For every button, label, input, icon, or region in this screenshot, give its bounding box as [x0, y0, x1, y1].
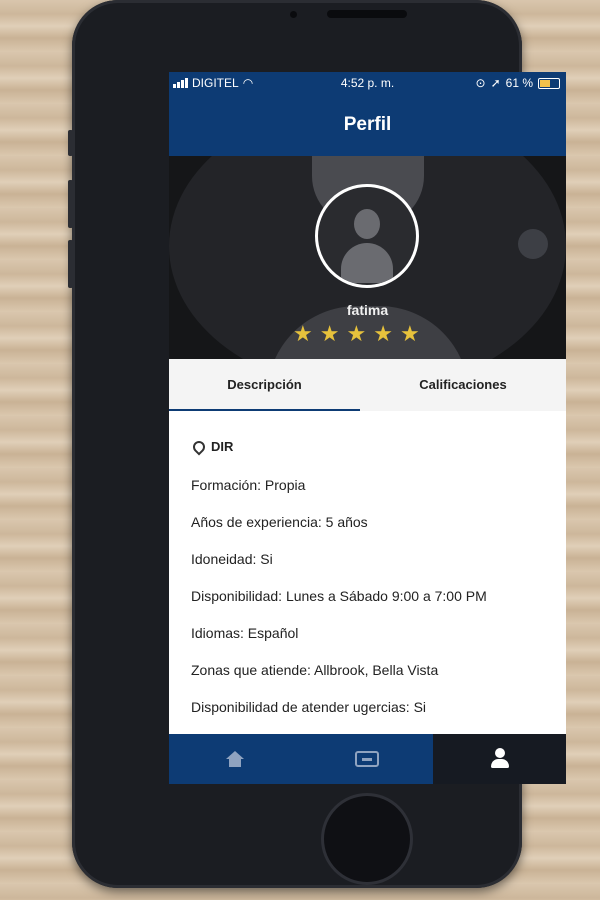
info-list: Formación: Propia Años de experiencia: 5…	[191, 475, 487, 734]
inbox-icon	[355, 751, 379, 767]
tabbar-home[interactable]	[169, 734, 301, 784]
star-icon: ★	[346, 321, 367, 346]
rating-stars: ★ ★ ★ ★ ★	[293, 322, 420, 346]
info-formacion: Formación: Propia	[191, 477, 306, 493]
star-icon: ★	[373, 321, 393, 346]
location-label: DIR	[211, 439, 234, 454]
nav-bar: Perfil	[169, 94, 566, 156]
battery-icon	[538, 77, 560, 89]
header-dot	[518, 229, 548, 259]
status-right: ⊙ ➚ 61 %	[476, 76, 560, 90]
location-icon: ➚	[490, 76, 501, 90]
info-idoneidad: Idoneidad: Si	[191, 551, 273, 567]
home-hardware-button[interactable]	[324, 796, 410, 882]
status-bar: DIGITEL ◠ 4:52 p. m. ⊙ ➚ 61 %	[169, 72, 566, 94]
location-row: DIR	[190, 438, 234, 455]
avatar[interactable]	[315, 184, 419, 288]
screen: DIGITEL ◠ 4:52 p. m. ⊙ ➚ 61 % Perfil fat…	[169, 72, 566, 784]
volume-down-button	[68, 240, 73, 288]
orientation-lock-icon: ⊙	[475, 76, 486, 90]
avatar-placeholder-body	[341, 243, 393, 283]
info-zonas: Zonas que atiende: Allbrook, Bella Vista	[191, 662, 439, 678]
home-icon	[226, 751, 244, 767]
profile-tabs: Descripción Calificaciones	[169, 359, 566, 411]
phone-frame: DIGITEL ◠ 4:52 p. m. ⊙ ➚ 61 % Perfil fat…	[68, 0, 566, 888]
tabbar-inbox[interactable]	[301, 734, 433, 784]
front-camera	[290, 11, 297, 18]
star-icon: ★	[293, 321, 313, 346]
info-idiomas: Idiomas: Español	[191, 625, 299, 641]
star-icon: ★	[399, 321, 420, 346]
bottom-tab-bar	[169, 734, 566, 784]
tab-descripcion[interactable]: Descripción	[169, 359, 360, 411]
info-experiencia: Años de experiencia: 5 años	[191, 514, 368, 530]
tab-calificaciones[interactable]: Calificaciones	[360, 359, 566, 411]
location-pin-icon	[190, 438, 208, 455]
profile-header: fatima ★ ★ ★ ★ ★	[169, 156, 566, 359]
info-urgencias: Disponibilidad de atender ugercias: Si	[191, 699, 427, 715]
mute-switch	[68, 130, 73, 156]
volume-up-button	[68, 180, 73, 228]
tabbar-profile[interactable]	[433, 734, 566, 784]
info-disponibilidad: Disponibilidad: Lunes a Sábado 9:00 a 7:…	[191, 588, 487, 604]
profile-icon	[490, 748, 509, 770]
star-icon: ★	[319, 321, 340, 346]
user-name: fatima	[346, 302, 389, 318]
page-title: Perfil	[343, 114, 392, 135]
earpiece-speaker	[327, 10, 407, 18]
battery-percent: 61 %	[505, 76, 533, 90]
avatar-placeholder-head	[354, 209, 380, 239]
battery-fill	[540, 79, 550, 87]
description-panel: DIR Formación: Propia Años de experienci…	[169, 411, 566, 784]
